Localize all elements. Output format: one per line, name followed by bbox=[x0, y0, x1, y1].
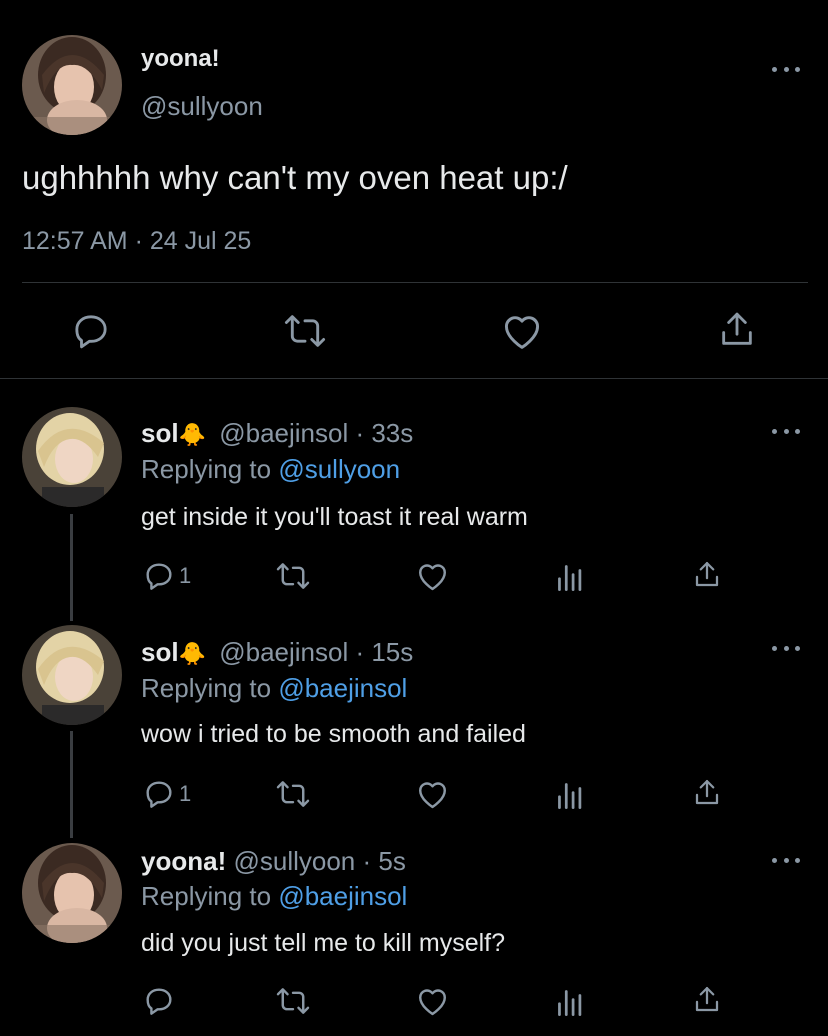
reply-count: 1 bbox=[179, 781, 192, 806]
reply-handle-time[interactable]: @baejinsol · 33s bbox=[219, 418, 413, 448]
retweet-icon[interactable] bbox=[275, 779, 311, 809]
speech-bubble-icon bbox=[143, 560, 175, 592]
bar-chart-icon[interactable] bbox=[555, 986, 583, 1016]
thread-line bbox=[70, 731, 73, 838]
speech-bubble-icon bbox=[143, 778, 175, 810]
reply-action[interactable]: 1 bbox=[143, 560, 191, 592]
reply-action[interactable]: 1 bbox=[143, 778, 191, 810]
reply-header: sol🐥 @baejinsol · 33s bbox=[141, 418, 413, 449]
avatar-sol[interactable] bbox=[22, 625, 122, 725]
chick-emoji: 🐥 bbox=[178, 422, 206, 447]
reply-display-name[interactable]: sol bbox=[141, 637, 179, 667]
more-dots-icon[interactable] bbox=[772, 426, 800, 436]
share-icon[interactable] bbox=[692, 984, 722, 1016]
replying-to-handle[interactable]: @baejinsol bbox=[278, 673, 407, 703]
main-tweet-text: ughhhhh why can't my oven heat up:/ bbox=[22, 159, 568, 196]
retweet-icon[interactable] bbox=[275, 986, 311, 1016]
share-icon[interactable] bbox=[692, 559, 722, 591]
heart-icon[interactable] bbox=[416, 779, 449, 809]
reply-text: wow i tried to be smooth and failed bbox=[141, 720, 526, 748]
divider bbox=[0, 378, 828, 379]
main-display-name[interactable]: yoona! bbox=[141, 45, 220, 73]
bar-chart-icon[interactable] bbox=[555, 779, 583, 809]
avatar-yoona[interactable] bbox=[22, 843, 122, 943]
speech-bubble-icon[interactable] bbox=[143, 985, 175, 1017]
reply-count: 1 bbox=[179, 563, 192, 588]
more-dots-icon[interactable] bbox=[772, 643, 800, 653]
replying-to-line: Replying to @baejinsol bbox=[141, 673, 407, 704]
replying-to-handle[interactable]: @baejinsol bbox=[278, 881, 407, 911]
retweet-icon[interactable] bbox=[283, 312, 327, 350]
speech-bubble-icon[interactable] bbox=[71, 311, 111, 351]
replying-prefix: Replying to bbox=[141, 673, 272, 703]
replying-to-line: Replying to @sullyoon bbox=[141, 454, 400, 485]
chick-emoji: 🐥 bbox=[178, 641, 206, 666]
retweet-icon[interactable] bbox=[275, 561, 311, 591]
more-dots-icon[interactable] bbox=[772, 855, 800, 865]
reply-text: get inside it you'll toast it real warm bbox=[141, 503, 528, 531]
main-handle[interactable]: @sullyoon bbox=[141, 91, 263, 122]
reply-display-name[interactable]: sol bbox=[141, 418, 179, 448]
replying-prefix: Replying to bbox=[141, 881, 272, 911]
avatar-sol[interactable] bbox=[22, 407, 122, 507]
heart-icon[interactable] bbox=[416, 986, 449, 1016]
main-timestamp[interactable]: 12:57 AM · 24 Jul 25 bbox=[22, 227, 251, 256]
replying-to-line: Replying to @baejinsol bbox=[141, 881, 407, 912]
bar-chart-icon[interactable] bbox=[555, 561, 583, 591]
heart-icon[interactable] bbox=[416, 561, 449, 591]
more-dots-icon[interactable] bbox=[772, 64, 800, 74]
avatar-yoona[interactable] bbox=[22, 35, 122, 135]
replying-prefix: Replying to bbox=[141, 454, 272, 484]
replying-to-handle[interactable]: @sullyoon bbox=[278, 454, 400, 484]
reply-handle-time[interactable]: @sullyoon · 5s bbox=[233, 846, 405, 876]
share-icon[interactable] bbox=[692, 777, 722, 809]
reply-header: sol🐥 @baejinsol · 15s bbox=[141, 637, 413, 668]
reply-handle-time[interactable]: @baejinsol · 15s bbox=[219, 637, 413, 667]
reply-header: yoona! @sullyoon · 5s bbox=[141, 846, 406, 877]
thread-line bbox=[70, 514, 73, 621]
divider bbox=[22, 282, 808, 283]
reply-text: did you just tell me to kill myself? bbox=[141, 929, 506, 957]
reply-display-name[interactable]: yoona! bbox=[141, 846, 226, 876]
heart-icon[interactable] bbox=[501, 312, 543, 350]
share-icon[interactable] bbox=[717, 309, 757, 351]
